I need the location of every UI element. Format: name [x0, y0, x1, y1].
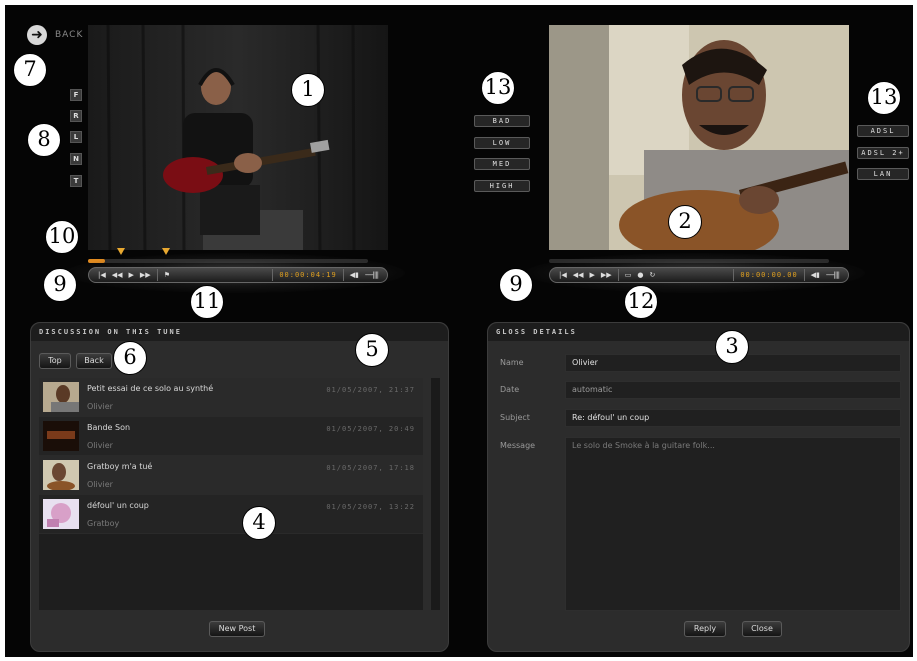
- left-timecode: 00:00:04:19: [279, 271, 337, 279]
- annotation-5: 5: [355, 333, 389, 367]
- annotation-11: 11: [190, 285, 224, 319]
- camera-view-button-l[interactable]: L: [70, 131, 82, 143]
- control-divider: [733, 269, 735, 281]
- post-title: Bande Son: [87, 423, 131, 432]
- gloss-details-panel: GLOSS DETAILS Name Olivier Date automati…: [487, 322, 910, 652]
- name-label: Name: [500, 358, 524, 367]
- annotation-6: 6: [113, 341, 147, 375]
- post-title: Petit essai de ce solo au synthé: [87, 384, 214, 393]
- camera-view-button-f[interactable]: F: [70, 89, 82, 101]
- left-player-controls: |◀ ◀◀ ▶ ▶▶ ⚑ 00:00:04:19 ◀▮ -----||||: [88, 267, 388, 283]
- connection-adsl-button[interactable]: ADSL: [857, 125, 909, 137]
- post-author: Olivier: [87, 480, 113, 489]
- control-divider: [617, 269, 619, 281]
- post-date: 01/05/2007, 13:22: [326, 503, 415, 511]
- rewind-icon[interactable]: ◀◀: [109, 268, 126, 282]
- subject-label: Subject: [500, 413, 530, 422]
- annotation-12: 12: [624, 285, 658, 319]
- record-icon[interactable]: ●: [634, 268, 646, 282]
- discussion-panel: DISCUSSION ON THIS TUNE Top Back Petit e…: [30, 322, 449, 652]
- connection-adsl2-button[interactable]: ADSL 2+: [857, 147, 909, 159]
- post-row[interactable]: Petit essai de ce solo au synthé Olivier…: [39, 378, 423, 417]
- annotation-1: 1: [291, 73, 325, 107]
- post-date: 01/05/2007, 20:49: [326, 425, 415, 433]
- post-author: Olivier: [87, 441, 113, 450]
- main-video[interactable]: [88, 25, 388, 250]
- main-video-frame: [88, 25, 388, 250]
- annotation-13-left: 13: [481, 71, 515, 105]
- post-author: Gratboy: [87, 519, 120, 528]
- back-button[interactable]: Back: [76, 353, 112, 369]
- post-row[interactable]: Bande Son Olivier 01/05/2007, 20:49: [39, 417, 423, 456]
- app-window: ➜ BACK F R L N T BAD LOW MED HIGH ADSL A…: [5, 5, 913, 657]
- back-link[interactable]: ➜ BACK: [27, 25, 83, 45]
- post-date: 01/05/2007, 21:37: [326, 386, 415, 394]
- camera-view-button-n[interactable]: N: [70, 153, 82, 165]
- top-button[interactable]: Top: [39, 353, 71, 369]
- annotation-3: 3: [715, 330, 749, 364]
- volume-slider[interactable]: -----||||: [823, 268, 842, 282]
- post-thumbnail: [43, 421, 79, 451]
- right-player-controls: |◀ ◀◀ ▶ ▶▶ ▭ ● ↻ 00:00:00.00 ◀▮ -----|||…: [549, 267, 849, 283]
- post-row[interactable]: Gratboy m'a tué Olivier 01/05/2007, 17:1…: [39, 456, 423, 495]
- annotation-13-right: 13: [867, 81, 901, 115]
- post-thumbnail: [43, 460, 79, 490]
- post-title: défoul' un coup: [87, 501, 149, 510]
- message-label: Message: [500, 441, 536, 450]
- annotation-10: 10: [45, 220, 79, 254]
- camera-view-button-r[interactable]: R: [70, 110, 82, 122]
- quality-bad-button[interactable]: BAD: [474, 115, 530, 127]
- control-divider: [342, 269, 344, 281]
- post-list: Petit essai de ce solo au synthé Olivier…: [39, 378, 423, 610]
- marker-icon[interactable]: [117, 248, 125, 255]
- right-timecode: 00:00:00.00: [740, 271, 798, 279]
- quality-high-button[interactable]: HIGH: [474, 180, 530, 192]
- annotation-4: 4: [242, 506, 276, 540]
- post-row[interactable]: défoul' un coup Gratboy 01/05/2007, 13:2…: [39, 495, 423, 534]
- discussion-title: DISCUSSION ON THIS TUNE: [31, 323, 448, 341]
- fast-forward-icon[interactable]: ▶▶: [598, 268, 615, 282]
- post-list-scrollbar[interactable]: [431, 378, 440, 610]
- control-divider: [272, 269, 274, 281]
- volume-slider[interactable]: -----||||: [362, 268, 381, 282]
- connection-lan-button[interactable]: LAN: [857, 168, 909, 180]
- reply-button[interactable]: Reply: [684, 621, 726, 637]
- post-date: 01/05/2007, 17:18: [326, 464, 415, 472]
- play-icon[interactable]: ▶: [126, 268, 137, 282]
- control-divider: [803, 269, 805, 281]
- post-thumbnail: [43, 499, 79, 529]
- annotation-9-left: 9: [43, 268, 77, 302]
- subject-field[interactable]: Re: défoul' un coup: [565, 409, 901, 427]
- back-arrow-icon: ➜: [27, 25, 47, 45]
- annotation-2: 2: [668, 205, 702, 239]
- fast-forward-icon[interactable]: ▶▶: [137, 268, 154, 282]
- play-icon[interactable]: ▶: [587, 268, 598, 282]
- rewind-icon[interactable]: ◀◀: [570, 268, 587, 282]
- quality-low-button[interactable]: LOW: [474, 137, 530, 149]
- control-divider: [156, 269, 158, 281]
- skip-back-icon[interactable]: |◀: [95, 268, 109, 282]
- quality-med-button[interactable]: MED: [474, 158, 530, 170]
- close-button[interactable]: Close: [742, 621, 782, 637]
- camera-view-button-t[interactable]: T: [70, 175, 82, 187]
- loop-icon[interactable]: ↻: [646, 268, 658, 282]
- annotation-9-right: 9: [499, 268, 533, 302]
- annotation-7: 7: [13, 53, 47, 87]
- skip-back-icon[interactable]: |◀: [556, 268, 570, 282]
- message-field[interactable]: Le solo de Smoke à la guitare folk...: [565, 437, 901, 611]
- post-author: Olivier: [87, 402, 113, 411]
- flag-icon[interactable]: ⚑: [161, 268, 173, 282]
- volume-icon[interactable]: ◀▮: [347, 268, 362, 282]
- post-thumbnail: [43, 382, 79, 412]
- gloss-details-title: GLOSS DETAILS: [488, 323, 909, 341]
- date-field[interactable]: automatic: [565, 381, 901, 399]
- volume-icon[interactable]: ◀▮: [808, 268, 823, 282]
- back-label: BACK: [55, 30, 84, 40]
- post-title: Gratboy m'a tué: [87, 462, 153, 471]
- annotation-8: 8: [27, 123, 61, 157]
- screen-icon[interactable]: ▭: [622, 268, 635, 282]
- new-post-button[interactable]: New Post: [209, 621, 265, 637]
- date-label: Date: [500, 385, 520, 394]
